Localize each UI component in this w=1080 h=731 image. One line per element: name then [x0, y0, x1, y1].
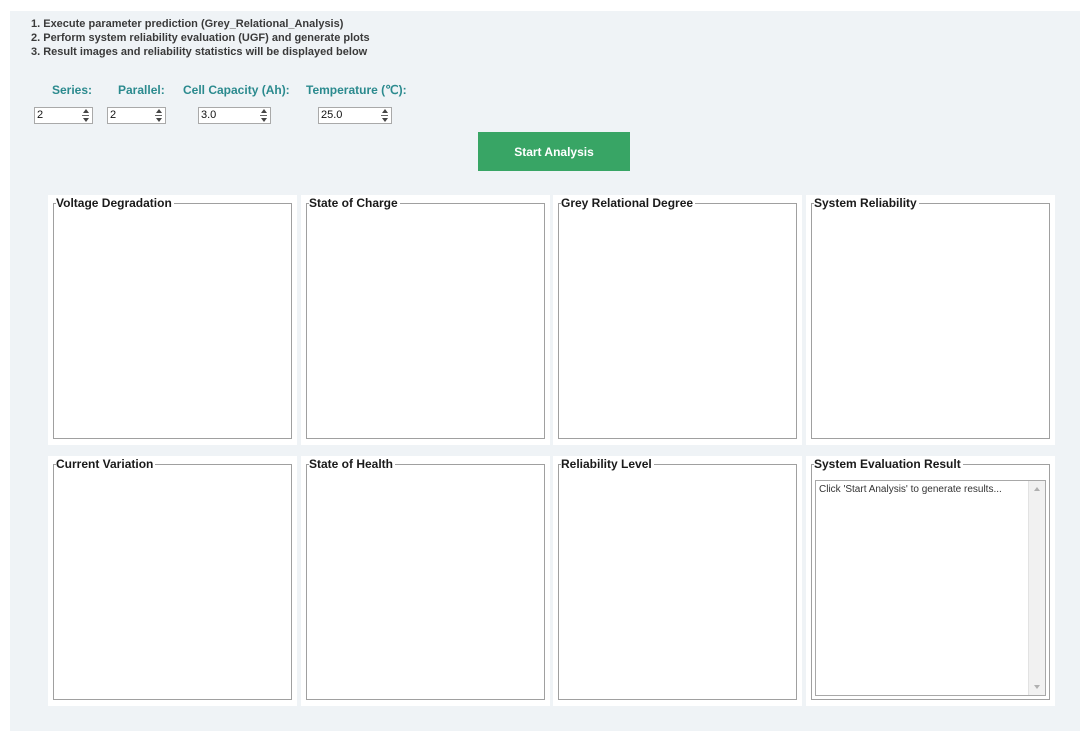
instruction-line-2: 2. Perform system reliability evaluation…: [31, 32, 370, 44]
system-evaluation-result-title: System Evaluation Result: [814, 457, 963, 471]
instruction-line-1: 1. Execute parameter prediction (Grey_Re…: [31, 18, 344, 30]
series-label: Series:: [52, 83, 93, 97]
voltage-degradation-title: Voltage Degradation: [56, 196, 174, 210]
parallel-value: 2: [110, 109, 117, 121]
grey-relational-degree-panel: Grey Relational Degree: [553, 195, 802, 445]
series-value: 2: [37, 109, 44, 121]
scroll-down-icon[interactable]: [1034, 685, 1040, 689]
temperature-spinbox[interactable]: 25.0: [318, 107, 392, 124]
cell-capacity-spinbox[interactable]: 3.0: [198, 107, 271, 124]
grey-relational-degree-title: Grey Relational Degree: [561, 196, 696, 210]
state-of-health-title: State of Health: [309, 457, 396, 471]
evaluation-scrollbar[interactable]: [1028, 481, 1045, 695]
state-of-charge-title: State of Charge: [309, 196, 400, 210]
system-evaluation-result-panel: System Evaluation Result Click 'Start An…: [806, 456, 1055, 706]
scroll-up-icon[interactable]: [1034, 487, 1040, 491]
parallel-spinbox[interactable]: 2: [107, 107, 166, 124]
evaluation-result-textarea[interactable]: Click 'Start Analysis' to generate resul…: [815, 480, 1046, 696]
state-of-charge-panel: State of Charge: [301, 195, 550, 445]
temperature-label: Temperature (℃):: [306, 83, 407, 97]
system-reliability-panel: System Reliability: [806, 195, 1055, 445]
current-variation-title: Current Variation: [56, 457, 156, 471]
series-spinbox[interactable]: 2: [34, 107, 93, 124]
current-variation-panel: Current Variation: [48, 456, 297, 706]
evaluation-result-text: Click 'Start Analysis' to generate resul…: [819, 484, 1002, 495]
reliability-level-panel: Reliability Level: [553, 456, 802, 706]
voltage-degradation-panel: Voltage Degradation: [48, 195, 297, 445]
app-window: 1. Execute parameter prediction (Grey_Re…: [10, 11, 1080, 731]
instruction-line-3: 3. Result images and reliability statist…: [31, 46, 368, 58]
cell-capacity-label: Cell Capacity (Ah):: [183, 83, 290, 97]
start-analysis-button[interactable]: Start Analysis: [478, 132, 630, 171]
parallel-label: Parallel:: [118, 83, 165, 97]
reliability-level-title: Reliability Level: [561, 457, 654, 471]
system-reliability-title: System Reliability: [814, 196, 919, 210]
state-of-health-panel: State of Health: [301, 456, 550, 706]
temperature-value: 25.0: [321, 109, 343, 121]
cell-capacity-value: 3.0: [201, 109, 217, 121]
instructions: 1. Execute parameter prediction (Grey_Re…: [31, 17, 370, 59]
